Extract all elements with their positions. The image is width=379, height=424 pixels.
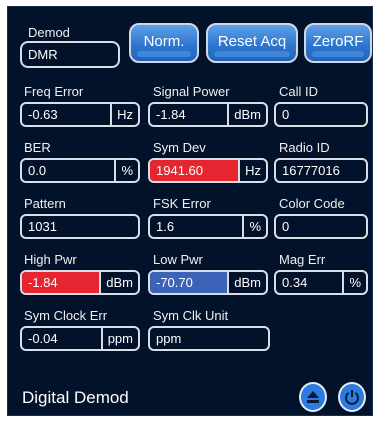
mag-err-label: Mag Err (279, 252, 326, 267)
ber-field: 0.0 % (20, 158, 140, 183)
high-pwr-value: -1.84 (22, 272, 100, 293)
fsk-error-unit: % (242, 216, 266, 237)
color-code-value: 0 (282, 219, 290, 234)
demod-label: Demod (28, 25, 70, 40)
signal-power-unit: dBm (227, 104, 266, 125)
low-pwr-label: Low Pwr (153, 252, 203, 267)
freq-error-value: -0.63 (28, 107, 58, 122)
pattern-label: Pattern (24, 196, 66, 211)
radio-id-field: 16777016 (274, 158, 368, 183)
radio-id-value: 16777016 (282, 163, 340, 178)
screen-title: Digital Demod (22, 388, 129, 407)
high-pwr-field: -1.84 dBm (20, 270, 140, 295)
mag-err-field: 0.34 % (274, 270, 368, 295)
freq-error-label: Freq Error (24, 84, 84, 99)
fsk-error-field: 1.6 % (148, 214, 268, 239)
signal-power-value: -1.84 (156, 107, 186, 122)
power-button[interactable] (338, 382, 366, 412)
demod-select[interactable]: DMR (20, 41, 120, 68)
sym-dev-value: 1941.60 (150, 160, 239, 181)
ber-unit: % (114, 160, 138, 181)
ber-label: BER (24, 140, 51, 155)
color-code-label: Color Code (279, 196, 345, 211)
freq-error-unit: Hz (110, 104, 138, 125)
signal-power-label: Signal Power (153, 84, 230, 99)
low-pwr-field: -70.70 dBm (148, 270, 268, 295)
zero-rf-button[interactable]: ZeroRF (304, 23, 372, 63)
freq-error-field: -0.63 Hz (20, 102, 140, 127)
call-id-field: 0 (274, 102, 368, 127)
norm-button[interactable]: Norm. (129, 23, 199, 63)
ber-value: 0.0 (28, 163, 47, 178)
low-pwr-unit: dBm (227, 272, 266, 293)
sym-clock-err-field: -0.04 ppm (20, 326, 140, 351)
digital-demod-screen: Demod DMR Norm. Reset Acq ZeroRF Freq Er… (7, 6, 373, 416)
call-id-value: 0 (282, 107, 290, 122)
mag-err-unit: % (342, 272, 366, 293)
sym-clk-unit-label: Sym Clk Unit (153, 308, 229, 323)
sym-clock-err-value: -0.04 (28, 331, 58, 346)
radio-id-label: Radio ID (279, 140, 330, 155)
reset-acq-button[interactable]: Reset Acq (206, 23, 298, 63)
signal-power-field: -1.84 dBm (148, 102, 268, 127)
sym-clock-err-unit: ppm (100, 328, 138, 349)
mag-err-value: 0.34 (282, 275, 308, 290)
sym-dev-unit: Hz (238, 160, 266, 181)
sym-clk-unit-value: ppm (156, 331, 182, 346)
fsk-error-label: FSK Error (153, 196, 211, 211)
high-pwr-label: High Pwr (24, 252, 77, 267)
sym-clk-unit-select[interactable]: ppm (148, 326, 270, 351)
pattern-value: 1031 (28, 219, 57, 234)
low-pwr-value: -70.70 (150, 272, 228, 293)
sym-clock-err-label: Sym Clock Err (24, 308, 108, 323)
sym-dev-field: 1941.60 Hz (148, 158, 268, 183)
power-icon (345, 390, 359, 405)
pattern-field[interactable]: 1031 (20, 214, 140, 239)
fsk-error-value: 1.6 (156, 219, 175, 234)
color-code-field: 0 (274, 214, 368, 239)
call-id-label: Call ID (279, 84, 319, 99)
eject-button[interactable] (299, 382, 327, 412)
sym-dev-label: Sym Dev (153, 140, 206, 155)
high-pwr-unit: dBm (99, 272, 138, 293)
eject-icon (307, 391, 319, 403)
